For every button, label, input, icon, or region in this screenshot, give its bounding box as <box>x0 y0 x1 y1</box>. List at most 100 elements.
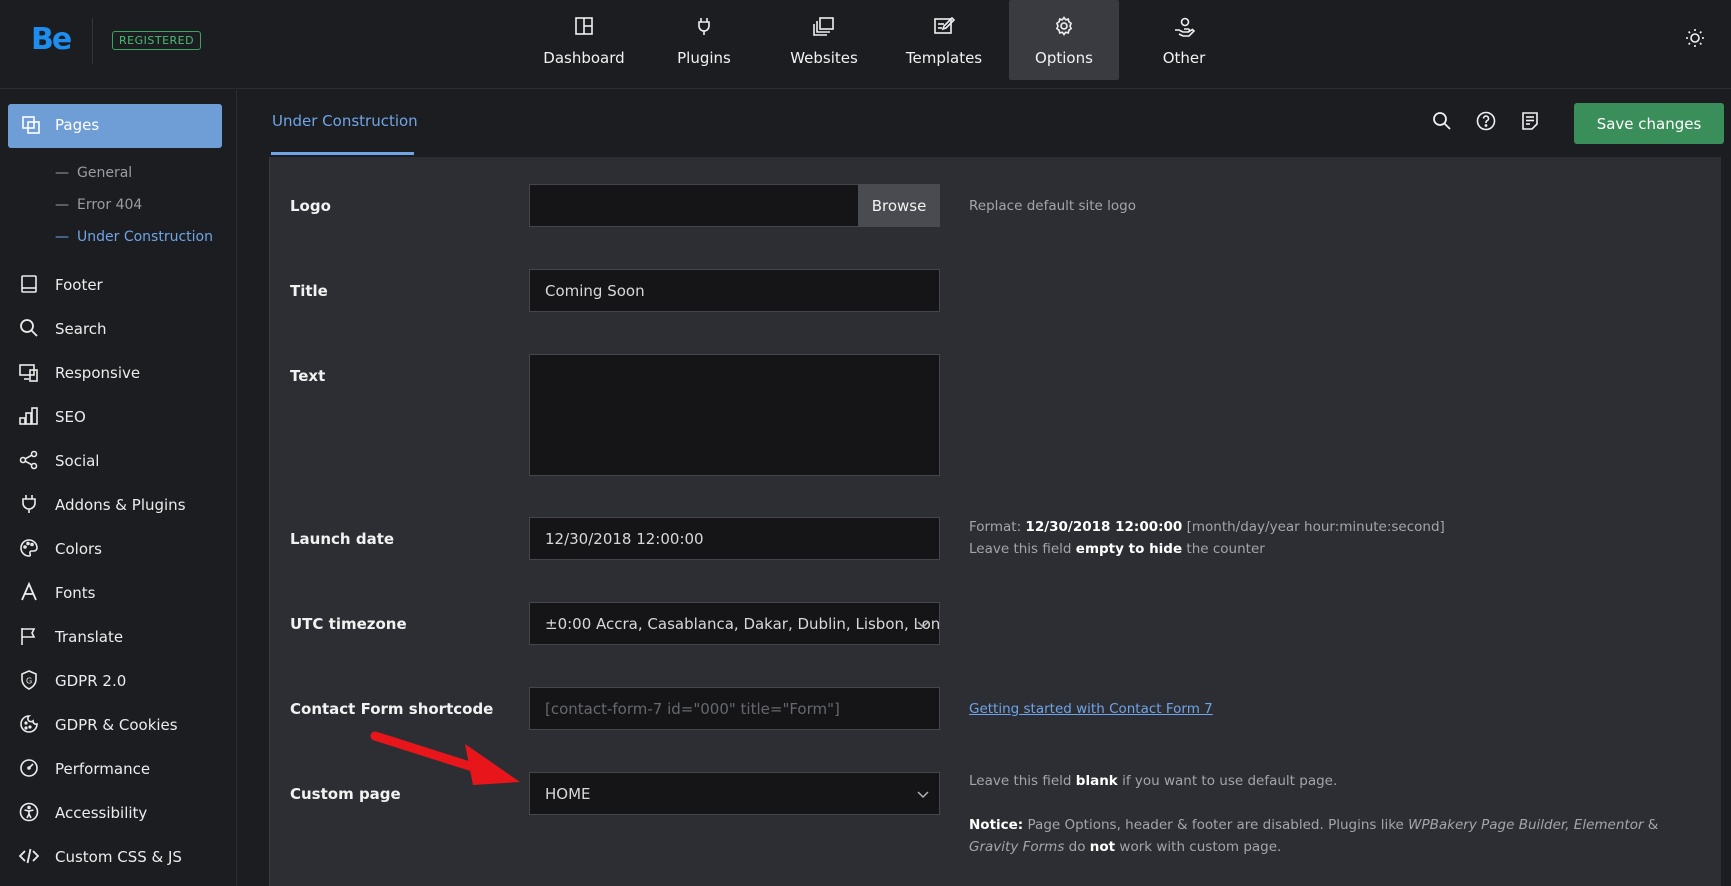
divider <box>92 18 93 64</box>
sidebar-item-custom-css-js[interactable]: Custom CSS & JS <box>0 837 236 877</box>
palette-icon <box>19 538 39 562</box>
accessibility-icon <box>19 802 39 826</box>
footer-icon <box>19 274 39 298</box>
sidebar-item-label: Pages <box>55 116 100 134</box>
theme-toggle-icon[interactable] <box>1685 28 1705 52</box>
gauge-icon <box>19 758 39 782</box>
sidebar-item-colors[interactable]: Colors <box>0 529 236 569</box>
pages-icon <box>21 115 41 139</box>
nav-label: Templates <box>905 49 983 67</box>
sidebar-item-label: Search <box>55 320 107 338</box>
sidebar-item-fonts[interactable]: Fonts <box>0 573 236 613</box>
chevron-down-icon <box>917 621 929 629</box>
nav-options[interactable]: Options <box>1009 0 1119 80</box>
tab-under-construction[interactable]: Under Construction <box>272 112 418 130</box>
top-bar: Be REGISTERED Dashboard Plugins Websites <box>0 0 1731 89</box>
sidebar-item-accessibility[interactable]: Accessibility <box>0 793 236 833</box>
sidebar-item-footer[interactable]: Footer <box>0 265 236 305</box>
sidebar-item-gdpr-2[interactable]: G GDPR 2.0 <box>0 661 236 701</box>
sidebar-item-seo[interactable]: SEO <box>0 397 236 437</box>
nav-label: Plugins <box>677 49 731 67</box>
sidebar-subitem-general[interactable]: — General <box>55 165 132 181</box>
search-icon[interactable] <box>1432 111 1452 135</box>
websites-icon <box>769 16 879 38</box>
nav-label: Other <box>1162 49 1206 67</box>
registered-badge: REGISTERED <box>112 31 202 50</box>
nav-templates[interactable]: Templates <box>889 0 999 80</box>
nav-plugins[interactable]: Plugins <box>649 0 759 80</box>
sidebar: Pages — General — Error 404 — Under Constru… <box>0 90 237 886</box>
red-arrow-annotation <box>370 731 520 785</box>
timezone-value: ±0:00 Accra, Casablanca, Dakar, Dublin, … <box>545 615 940 633</box>
responsive-icon <box>19 362 39 386</box>
chevron-down-icon <box>917 791 929 799</box>
search-icon <box>19 318 39 342</box>
timezone-label: UTC timezone <box>290 615 407 633</box>
sidebar-item-label: Fonts <box>55 584 96 602</box>
shortcode-help: Getting started with Contact Form 7 <box>969 698 1213 720</box>
seo-icon <box>19 406 39 430</box>
share-icon <box>19 450 39 474</box>
title-label: Title <box>290 282 328 300</box>
logo-help: Replace default site logo <box>969 198 1136 214</box>
sidebar-item-gdpr-cookies[interactable]: GDPR & Cookies <box>0 705 236 745</box>
title-field[interactable]: Coming Soon <box>529 269 940 312</box>
sidebar-subitem-under-construction[interactable]: — Under Construction <box>55 229 213 245</box>
sidebar-item-search[interactable]: Search <box>0 309 236 349</box>
sidebar-item-label: Performance <box>55 760 151 778</box>
sidebar-item-label: Colors <box>55 540 102 558</box>
logo[interactable]: Be <box>31 22 72 57</box>
sidebar-item-label: Addons & Plugins <box>55 496 186 514</box>
sidebar-item-label: Social <box>55 452 100 470</box>
sidebar-item-performance[interactable]: Performance <box>0 749 236 789</box>
tab-indicator <box>271 152 414 155</box>
shield-icon: G <box>19 670 39 694</box>
timezone-select[interactable]: ±0:00 Accra, Casablanca, Dakar, Dublin, … <box>529 602 940 645</box>
sidebar-item-label: Custom CSS & JS <box>55 848 182 866</box>
sidebar-item-label: Accessibility <box>55 804 148 822</box>
font-icon <box>19 581 39 606</box>
cookie-icon <box>19 714 39 738</box>
custom-page-value: HOME <box>545 785 591 803</box>
flag-icon <box>19 626 39 650</box>
logo-field[interactable] <box>529 184 859 227</box>
shortcode-input[interactable]: [contact-form-7 id="000" title="Form"] <box>529 687 940 730</box>
code-icon <box>18 846 40 870</box>
contact-form-7-link[interactable]: Getting started with Contact Form 7 <box>969 701 1213 717</box>
plug-icon <box>649 16 759 38</box>
logo-label: Logo <box>290 197 331 215</box>
sidebar-item-label: SEO <box>55 408 86 426</box>
templates-icon <box>889 16 999 38</box>
sidebar-item-translate[interactable]: Translate <box>0 617 236 657</box>
launch-date-field[interactable]: 12/30/2018 12:00:00 <box>529 517 940 560</box>
sidebar-item-label: Responsive <box>55 364 141 382</box>
help-icon[interactable] <box>1476 111 1496 135</box>
shortcode-label: Contact Form shortcode <box>290 700 494 718</box>
sidebar-item-social[interactable]: Social <box>0 441 236 481</box>
save-button[interactable]: Save changes <box>1574 103 1724 144</box>
sidebar-subitem-error-404[interactable]: — Error 404 <box>55 197 142 213</box>
launch-date-label: Launch date <box>290 530 395 548</box>
sidebar-item-label: GDPR 2.0 <box>55 672 127 690</box>
sidebar-item-pages[interactable]: Pages <box>8 104 222 148</box>
nav-websites[interactable]: Websites <box>769 0 879 80</box>
custom-page-select[interactable]: HOME <box>529 772 940 815</box>
sidebar-item-label: Translate <box>55 628 124 646</box>
nav-label: Dashboard <box>543 49 625 67</box>
sidebar-item-addons-plugins[interactable]: Addons & Plugins <box>0 485 236 525</box>
plug-icon <box>19 494 39 518</box>
hand-icon <box>1129 16 1239 38</box>
content-header: Under Construction Save changes <box>238 90 1731 156</box>
browse-button[interactable]: Browse <box>858 184 940 227</box>
nav-label: Websites <box>790 49 858 67</box>
svg-text:G: G <box>26 677 32 686</box>
gear-icon <box>1009 16 1119 38</box>
nav-other[interactable]: Other <box>1129 0 1239 80</box>
nav-dashboard[interactable]: Dashboard <box>529 0 639 80</box>
dashboard-icon <box>529 16 639 38</box>
sidebar-item-responsive[interactable]: Responsive <box>0 353 236 393</box>
sidebar-item-label: Footer <box>55 276 103 294</box>
notes-icon[interactable] <box>1520 111 1540 135</box>
text-area[interactable] <box>529 354 940 476</box>
launch-date-help: Format: 12/30/2018 12:00:00 [month/day/y… <box>969 519 1445 557</box>
